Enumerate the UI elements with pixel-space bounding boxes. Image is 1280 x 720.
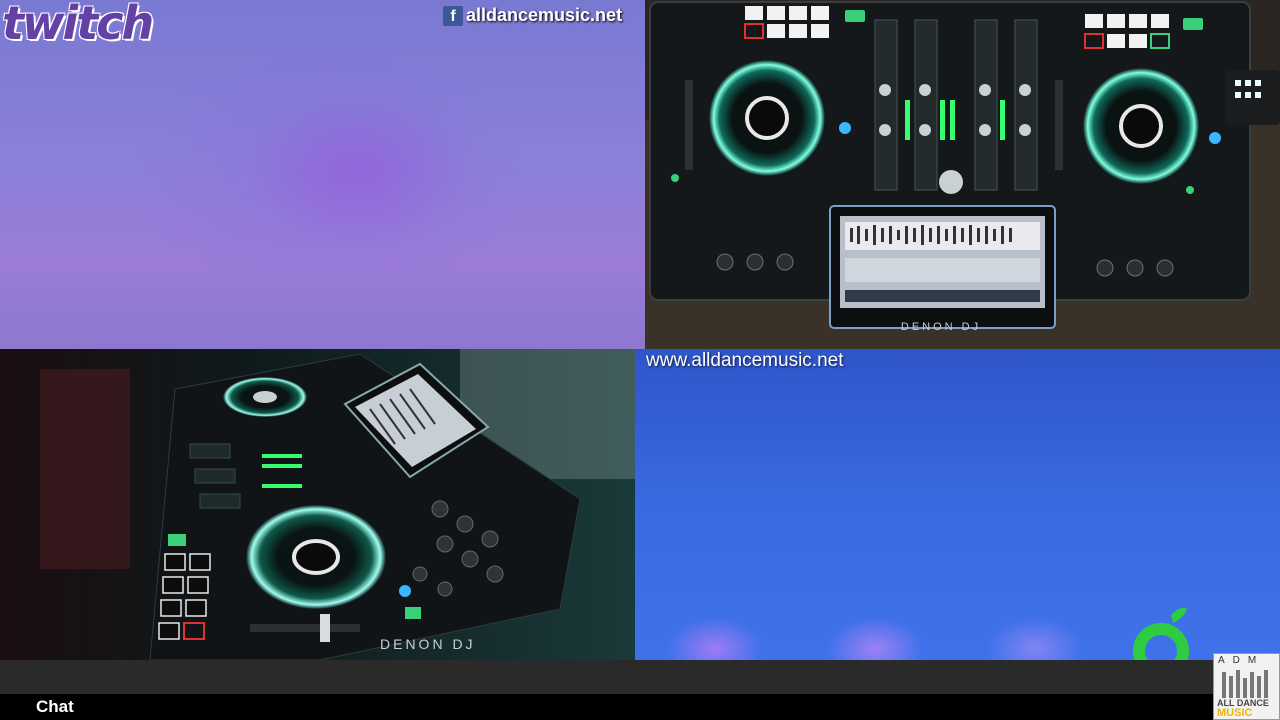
dj-controller-angled: DENON DJ bbox=[0, 349, 635, 660]
facebook-icon: f bbox=[443, 5, 463, 26]
website-url-text: www.alldancemusic.net bbox=[646, 350, 844, 371]
video-feed-top-left: twitch f alldancemusic.net bbox=[0, 0, 645, 349]
facebook-url-text: alldancemusic.net bbox=[466, 5, 623, 25]
adm-logo-line2: MUSIC bbox=[1217, 707, 1253, 719]
adm-bars-icon bbox=[1222, 670, 1268, 698]
video-feed-top-right: DENON DJ bbox=[645, 0, 1280, 349]
video-feed-bottom-left: DENON DJ bbox=[0, 349, 635, 660]
denon-label-top: DENON DJ bbox=[901, 321, 981, 333]
facebook-link[interactable]: f alldancemusic.net bbox=[443, 5, 622, 26]
chat-label[interactable]: Chat bbox=[36, 697, 74, 717]
dj-controller-overhead: DENON DJ bbox=[645, 0, 1280, 349]
adm-logo-icon: ADM ALL DANCE MUSIC bbox=[1213, 653, 1280, 720]
twitch-logo-icon: twitch bbox=[2, 0, 154, 50]
chat-strip bbox=[0, 694, 1280, 720]
adm-logo-top-text: ADM bbox=[1218, 655, 1265, 666]
denon-label-bottom: DENON DJ bbox=[380, 636, 476, 652]
